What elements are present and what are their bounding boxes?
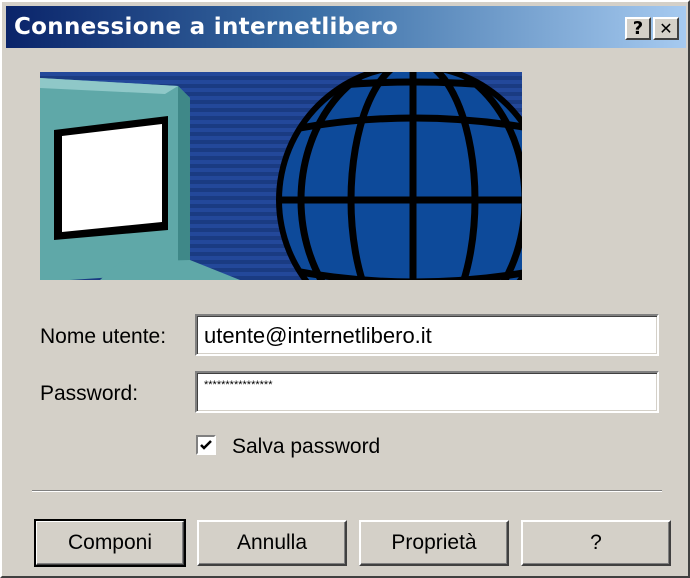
cancel-button[interactable]: Annulla <box>197 520 347 566</box>
separator <box>32 490 662 492</box>
window-title: Connessione a internetlibero <box>14 14 399 40</box>
properties-button[interactable]: Proprietà <box>359 520 509 566</box>
save-password-checkbox[interactable] <box>196 435 216 455</box>
title-bar[interactable]: Connessione a internetlibero ? ✕ <box>6 6 686 48</box>
connection-banner-image <box>40 72 522 280</box>
checkmark-icon <box>200 440 212 450</box>
username-label: Nome utente: <box>40 325 167 348</box>
dial-button[interactable]: Componi <box>34 519 186 567</box>
password-field[interactable]: **************** <box>195 371 659 413</box>
dialog-window: Connessione a internetlibero ? ✕ Nome ut… <box>0 0 690 578</box>
username-field[interactable]: utente@internetlibero.it <box>195 314 659 356</box>
save-password-label[interactable]: Salva password <box>232 435 380 459</box>
help-button[interactable]: ? <box>521 520 671 566</box>
network-connection-illustration-icon <box>40 72 522 280</box>
help-title-button[interactable]: ? <box>625 17 651 40</box>
password-label: Password: <box>40 382 139 405</box>
close-button[interactable]: ✕ <box>653 17 679 40</box>
